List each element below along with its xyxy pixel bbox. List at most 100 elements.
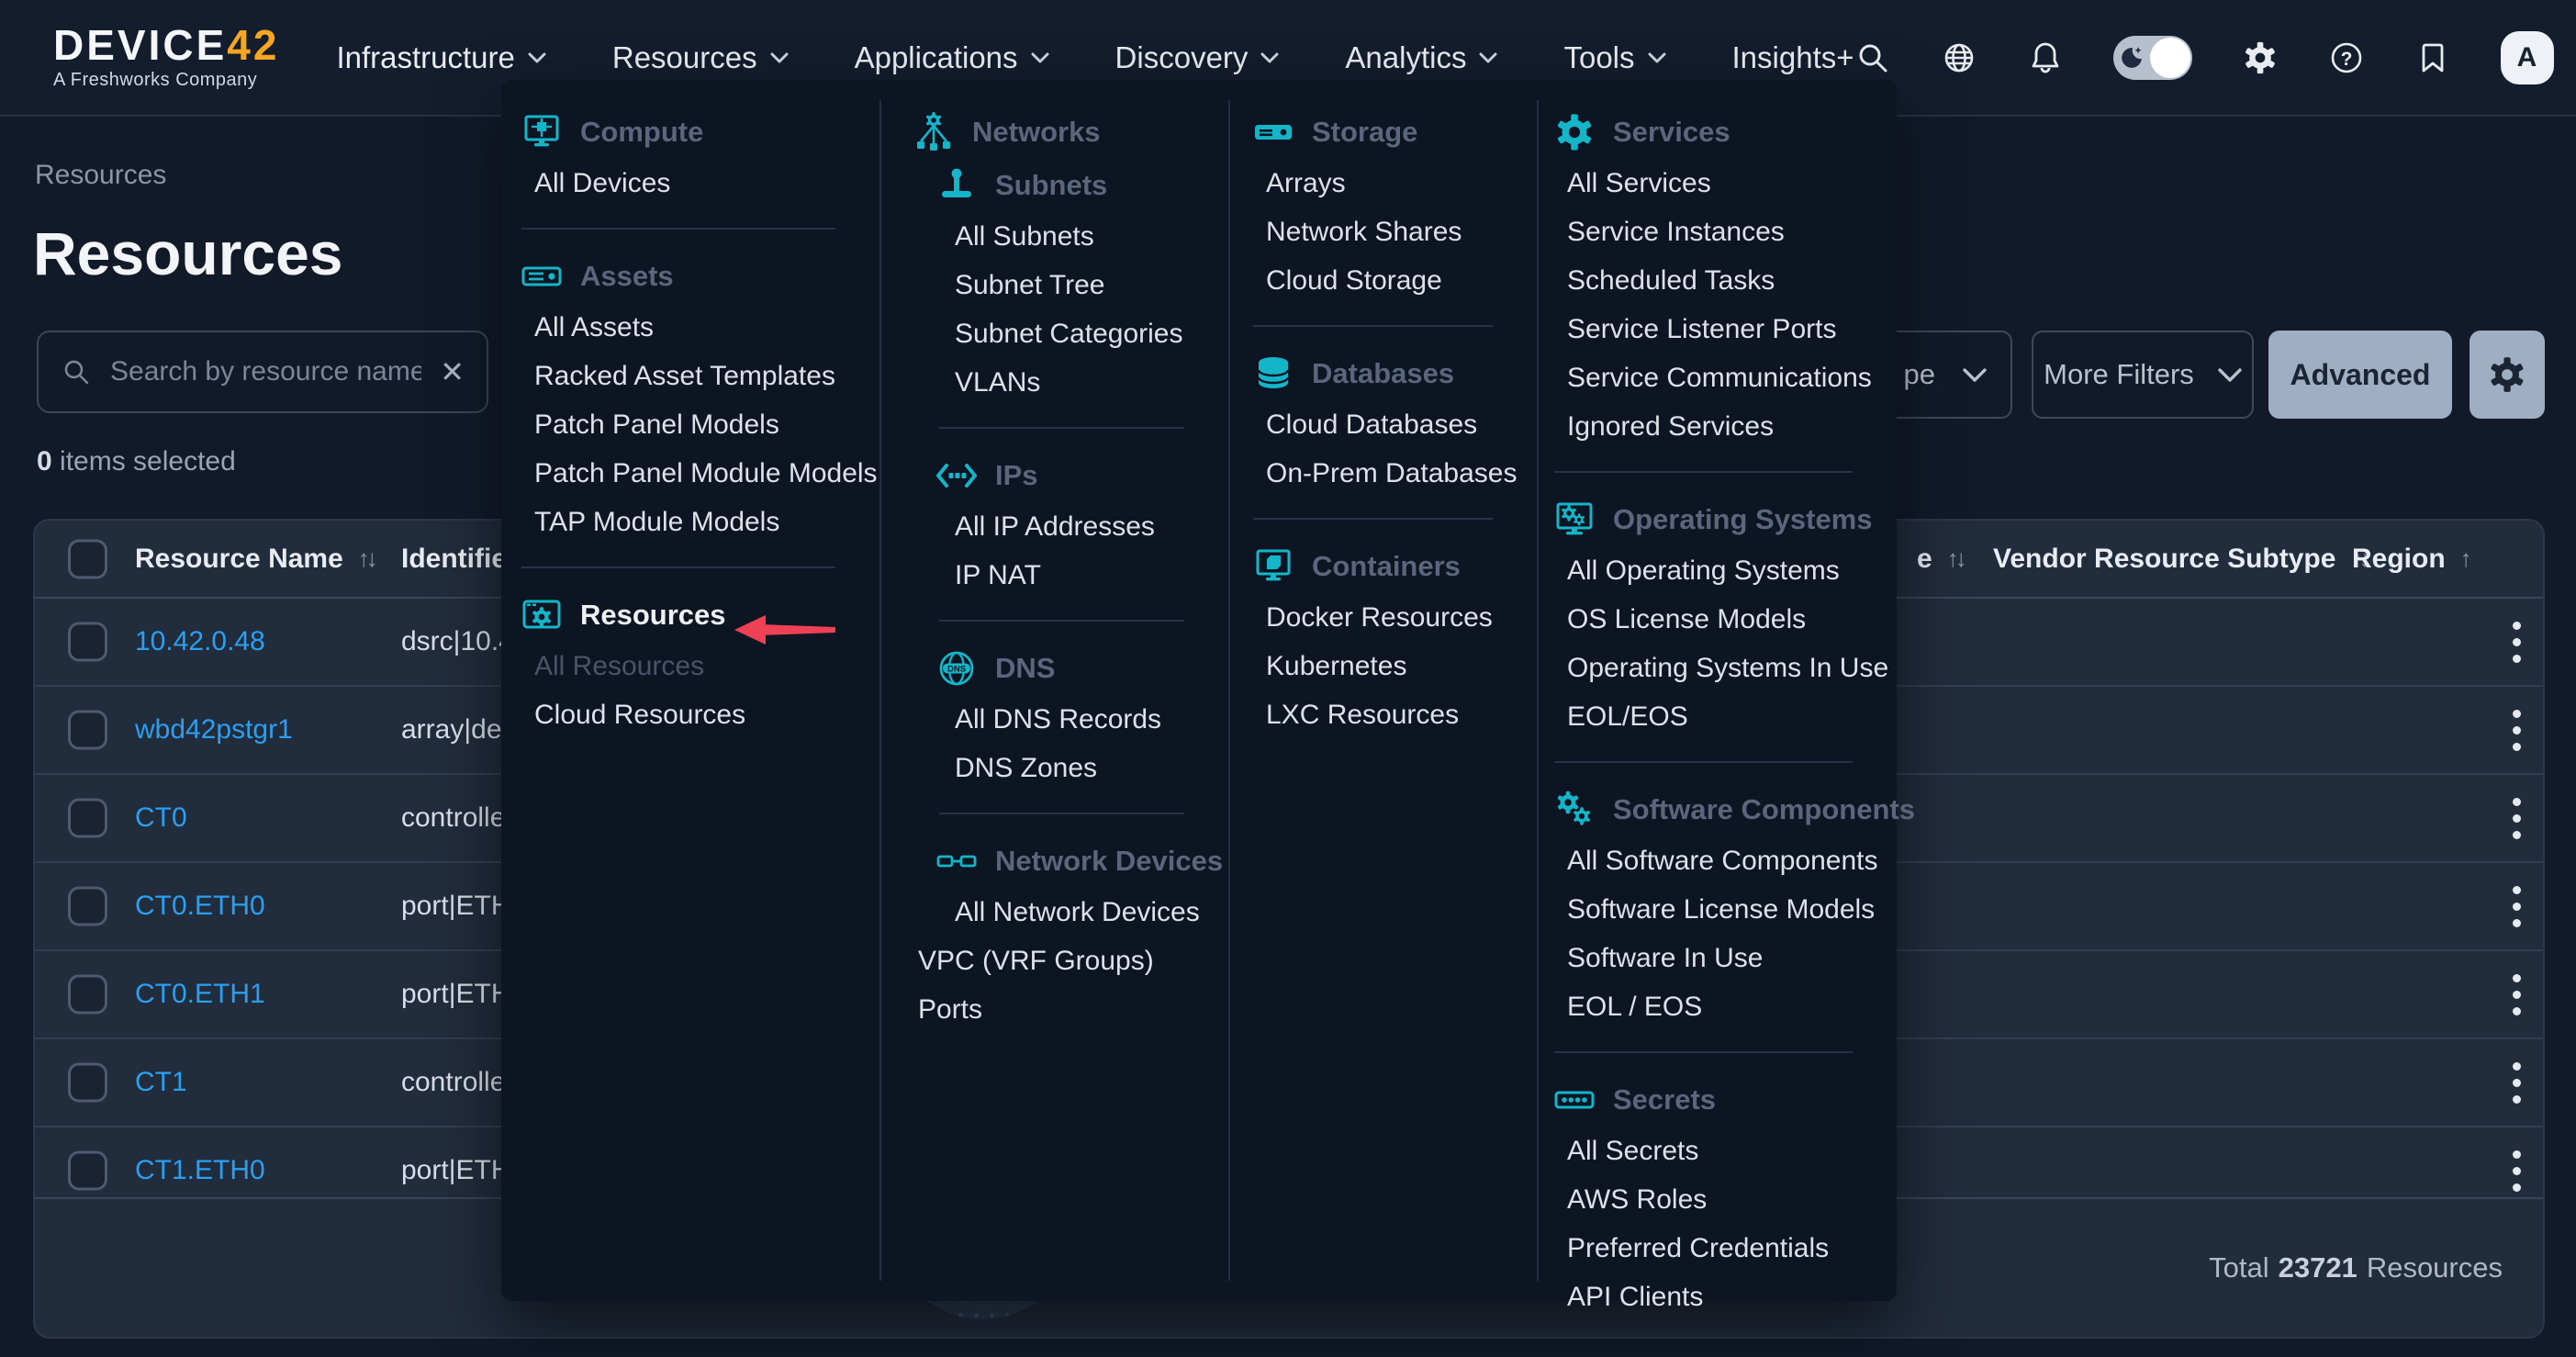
row-more-actions-button[interactable] [2498, 704, 2535, 756]
menu-item-all-dns-records[interactable]: All DNS Records [955, 695, 1228, 744]
row-checkbox[interactable] [68, 1063, 107, 1103]
menu-section-containers[interactable]: Containers [1253, 540, 1537, 593]
brand-logo[interactable]: DEVICE42 A Freshworks Company [53, 24, 279, 91]
row-more-actions-button[interactable] [2498, 1057, 2535, 1108]
menu-item-all-services[interactable]: All Services [1567, 159, 1897, 207]
menu-item-service-instances[interactable]: Service Instances [1567, 207, 1897, 256]
menu-section-networks[interactable]: Networks [913, 106, 1228, 159]
more-filters-button[interactable]: More Filters [2032, 331, 2254, 419]
resource-name-link[interactable]: CT0.ETH0 [135, 891, 265, 922]
row-more-actions-button[interactable] [2498, 616, 2535, 667]
help-icon[interactable]: ? [2328, 39, 2365, 76]
select-all-checkbox[interactable] [68, 539, 107, 578]
menu-item-all-network-devices[interactable]: All Network Devices [955, 888, 1228, 936]
menu-section-databases[interactable]: Databases [1253, 347, 1537, 400]
row-checkbox[interactable] [68, 975, 107, 1015]
clear-search-icon[interactable]: ✕ [440, 357, 465, 387]
menu-item-service-communications[interactable]: Service Communications [1567, 353, 1897, 402]
resource-name-link[interactable]: CT1 [135, 1067, 187, 1098]
row-more-actions-button[interactable] [2498, 880, 2535, 932]
menu-section-dns[interactable]: DNSDNS [936, 642, 1228, 695]
resource-name-link[interactable]: CT0 [135, 802, 187, 834]
menu-item-eol-eos[interactable]: EOL/EOS [1567, 692, 1897, 741]
menu-item-lxc-resources[interactable]: LXC Resources [1266, 690, 1537, 739]
menu-item-all-resources[interactable]: All Resources [534, 642, 879, 690]
row-checkbox[interactable] [68, 622, 107, 662]
nav-item-discovery[interactable]: Discovery [1115, 40, 1280, 75]
menu-section-operating-systems[interactable]: Operating Systems [1554, 493, 1897, 546]
menu-section-subnets[interactable]: Subnets [936, 159, 1228, 212]
menu-item-preferred-credentials[interactable]: Preferred Credentials [1567, 1224, 1897, 1273]
menu-item-os-license-models[interactable]: OS License Models [1567, 595, 1897, 644]
row-checkbox[interactable] [68, 887, 107, 926]
menu-item-patch-panel-models[interactable]: Patch Panel Models [534, 400, 879, 449]
menu-section-services[interactable]: Services [1554, 106, 1897, 159]
row-checkbox[interactable] [68, 1151, 107, 1191]
row-checkbox[interactable] [68, 711, 107, 750]
notifications-bell-icon[interactable] [2027, 39, 2064, 76]
menu-item-network-shares[interactable]: Network Shares [1266, 207, 1537, 256]
column-header-region[interactable]: Region↑ [2352, 521, 2469, 597]
menu-item-api-clients[interactable]: API Clients [1567, 1273, 1897, 1321]
menu-item-all-subnets[interactable]: All Subnets [955, 212, 1228, 261]
advanced-button[interactable]: Advanced [2268, 331, 2452, 419]
settings-gear-icon[interactable] [2242, 39, 2279, 76]
resource-name-link[interactable]: CT0.ETH1 [135, 979, 265, 1010]
table-settings-button[interactable] [2470, 331, 2545, 419]
menu-item-docker-resources[interactable]: Docker Resources [1266, 593, 1537, 642]
menu-item-arrays[interactable]: Arrays [1266, 159, 1537, 207]
sort-icon[interactable]: ↑↓ [1947, 544, 1964, 573]
resource-name-link[interactable]: CT1.ETH0 [135, 1155, 265, 1186]
globe-icon[interactable] [1941, 39, 1977, 76]
breadcrumb[interactable]: Resources [35, 160, 166, 191]
sort-icon[interactable]: ↑↓ [358, 544, 375, 573]
menu-item-patch-panel-module-models[interactable]: Patch Panel Module Models [534, 449, 879, 498]
menu-section-network-devices[interactable]: Network Devices [936, 835, 1228, 888]
nav-item-applications[interactable]: Applications [855, 40, 1049, 75]
menu-item-tap-module-models[interactable]: TAP Module Models [534, 498, 879, 546]
bookmark-icon[interactable] [2414, 39, 2451, 76]
menu-item-eol-eos[interactable]: EOL / EOS [1567, 982, 1897, 1031]
nav-item-infrastructure[interactable]: Infrastructure [336, 40, 545, 75]
menu-item-racked-asset-templates[interactable]: Racked Asset Templates [534, 352, 879, 400]
theme-toggle[interactable] [2113, 36, 2192, 80]
sort-icon[interactable]: ↑ [2460, 544, 2469, 573]
menu-section-software-components[interactable]: Software Components [1554, 783, 1897, 836]
menu-item-vlans[interactable]: VLANs [955, 358, 1228, 407]
menu-item-all-software-components[interactable]: All Software Components [1567, 836, 1897, 885]
menu-section-assets[interactable]: Assets [521, 250, 879, 303]
menu-item-subnet-categories[interactable]: Subnet Categories [955, 309, 1228, 358]
menu-item-subnet-tree[interactable]: Subnet Tree [955, 261, 1228, 309]
nav-item-analytics[interactable]: Analytics [1345, 40, 1497, 75]
resource-name-link[interactable]: 10.42.0.48 [135, 626, 265, 657]
menu-section-storage[interactable]: Storage [1253, 106, 1537, 159]
menu-item-all-operating-systems[interactable]: All Operating Systems [1567, 546, 1897, 595]
menu-item-all-ip-addresses[interactable]: All IP Addresses [955, 502, 1228, 551]
menu-item-cloud-storage[interactable]: Cloud Storage [1266, 256, 1537, 305]
user-avatar[interactable]: A [2501, 31, 2554, 84]
menu-item-on-prem-databases[interactable]: On-Prem Databases [1266, 449, 1537, 498]
menu-item-service-listener-ports[interactable]: Service Listener Ports [1567, 305, 1897, 353]
column-header-e[interactable]: e↑↓ [1917, 521, 1964, 597]
menu-section-compute[interactable]: Compute [521, 106, 879, 159]
row-more-actions-button[interactable] [2498, 792, 2535, 844]
menu-item-scheduled-tasks[interactable]: Scheduled Tasks [1567, 256, 1897, 305]
menu-section-secrets[interactable]: Secrets [1554, 1073, 1897, 1127]
search-icon[interactable] [1854, 39, 1891, 76]
menu-section-ips[interactable]: IPs [936, 449, 1228, 502]
menu-item-ip-nat[interactable]: IP NAT [955, 551, 1228, 600]
menu-item-operating-systems-in-use[interactable]: Operating Systems In Use [1567, 644, 1897, 692]
nav-item-insights[interactable]: Insights+ [1732, 40, 1854, 75]
menu-item-all-assets[interactable]: All Assets [534, 303, 879, 352]
menu-item-all-devices[interactable]: All Devices [534, 159, 879, 207]
menu-item-dns-zones[interactable]: DNS Zones [955, 744, 1228, 792]
menu-item-all-secrets[interactable]: All Secrets [1567, 1127, 1897, 1175]
menu-item-ports[interactable]: Ports [918, 985, 1228, 1034]
resource-name-link[interactable]: wbd42pstgr1 [135, 714, 293, 746]
menu-item-software-license-models[interactable]: Software License Models [1567, 885, 1897, 934]
nav-item-resources[interactable]: Resources [612, 40, 789, 75]
menu-item-cloud-resources[interactable]: Cloud Resources [534, 690, 879, 739]
nav-item-tools[interactable]: Tools [1563, 40, 1665, 75]
menu-item-kubernetes[interactable]: Kubernetes [1266, 642, 1537, 690]
menu-item-cloud-databases[interactable]: Cloud Databases [1266, 400, 1537, 449]
